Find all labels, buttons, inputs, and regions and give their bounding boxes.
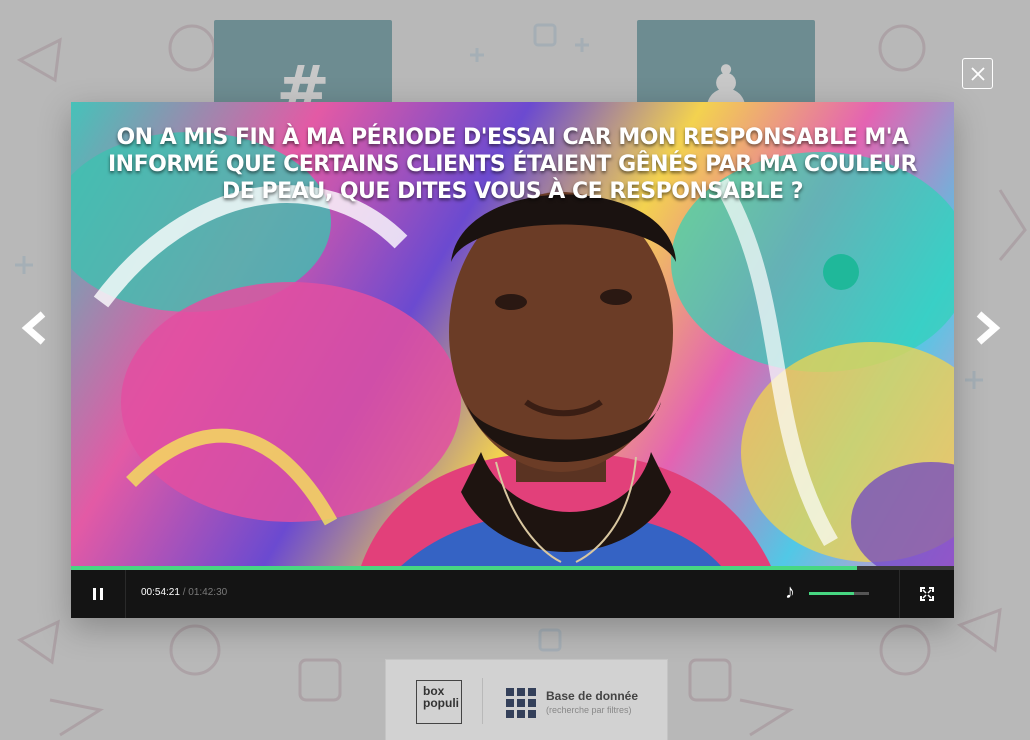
question-caption: On a mis fin à ma période d'essai car mo… (107, 125, 918, 204)
footer-bar: box populi Base de donnée (recherche par… (385, 659, 668, 740)
volume-slider[interactable] (809, 592, 869, 595)
video-player[interactable]: On a mis fin à ma période d'essai car mo… (71, 102, 954, 618)
volume-fill (809, 592, 854, 595)
time-separator: / (182, 587, 186, 598)
control-bar: 00:54:21 / 01:42:30 ♪ (71, 570, 954, 618)
chevron-right-icon (976, 311, 1001, 345)
fullscreen-icon (920, 587, 934, 601)
total-time: 01:42:30 (188, 587, 228, 598)
database-link[interactable]: Base de donnée (recherche par filtres) (506, 686, 656, 722)
close-icon (970, 66, 985, 81)
chevron-left-icon (21, 311, 46, 345)
video-frame[interactable]: On a mis fin à ma période d'essai car mo… (71, 102, 954, 566)
time-display: 00:54:21 / 01:42:30 (141, 587, 227, 598)
pause-button[interactable] (71, 570, 126, 618)
database-subtitle: (recherche par filtres) (546, 705, 632, 715)
previous-button[interactable] (16, 308, 52, 348)
database-title: Base de donnée (546, 689, 639, 703)
current-time: 00:54:21 (141, 587, 180, 598)
close-button[interactable] (962, 58, 993, 89)
footer-divider (482, 678, 483, 724)
logo-text: box populi (423, 684, 459, 710)
fullscreen-button[interactable] (899, 570, 954, 618)
grid-icon (506, 688, 536, 718)
next-button[interactable] (970, 308, 1006, 348)
volume-icon[interactable]: ♪ (785, 582, 795, 602)
pause-icon (93, 588, 103, 600)
box-populi-logo[interactable]: box populi (416, 680, 462, 724)
